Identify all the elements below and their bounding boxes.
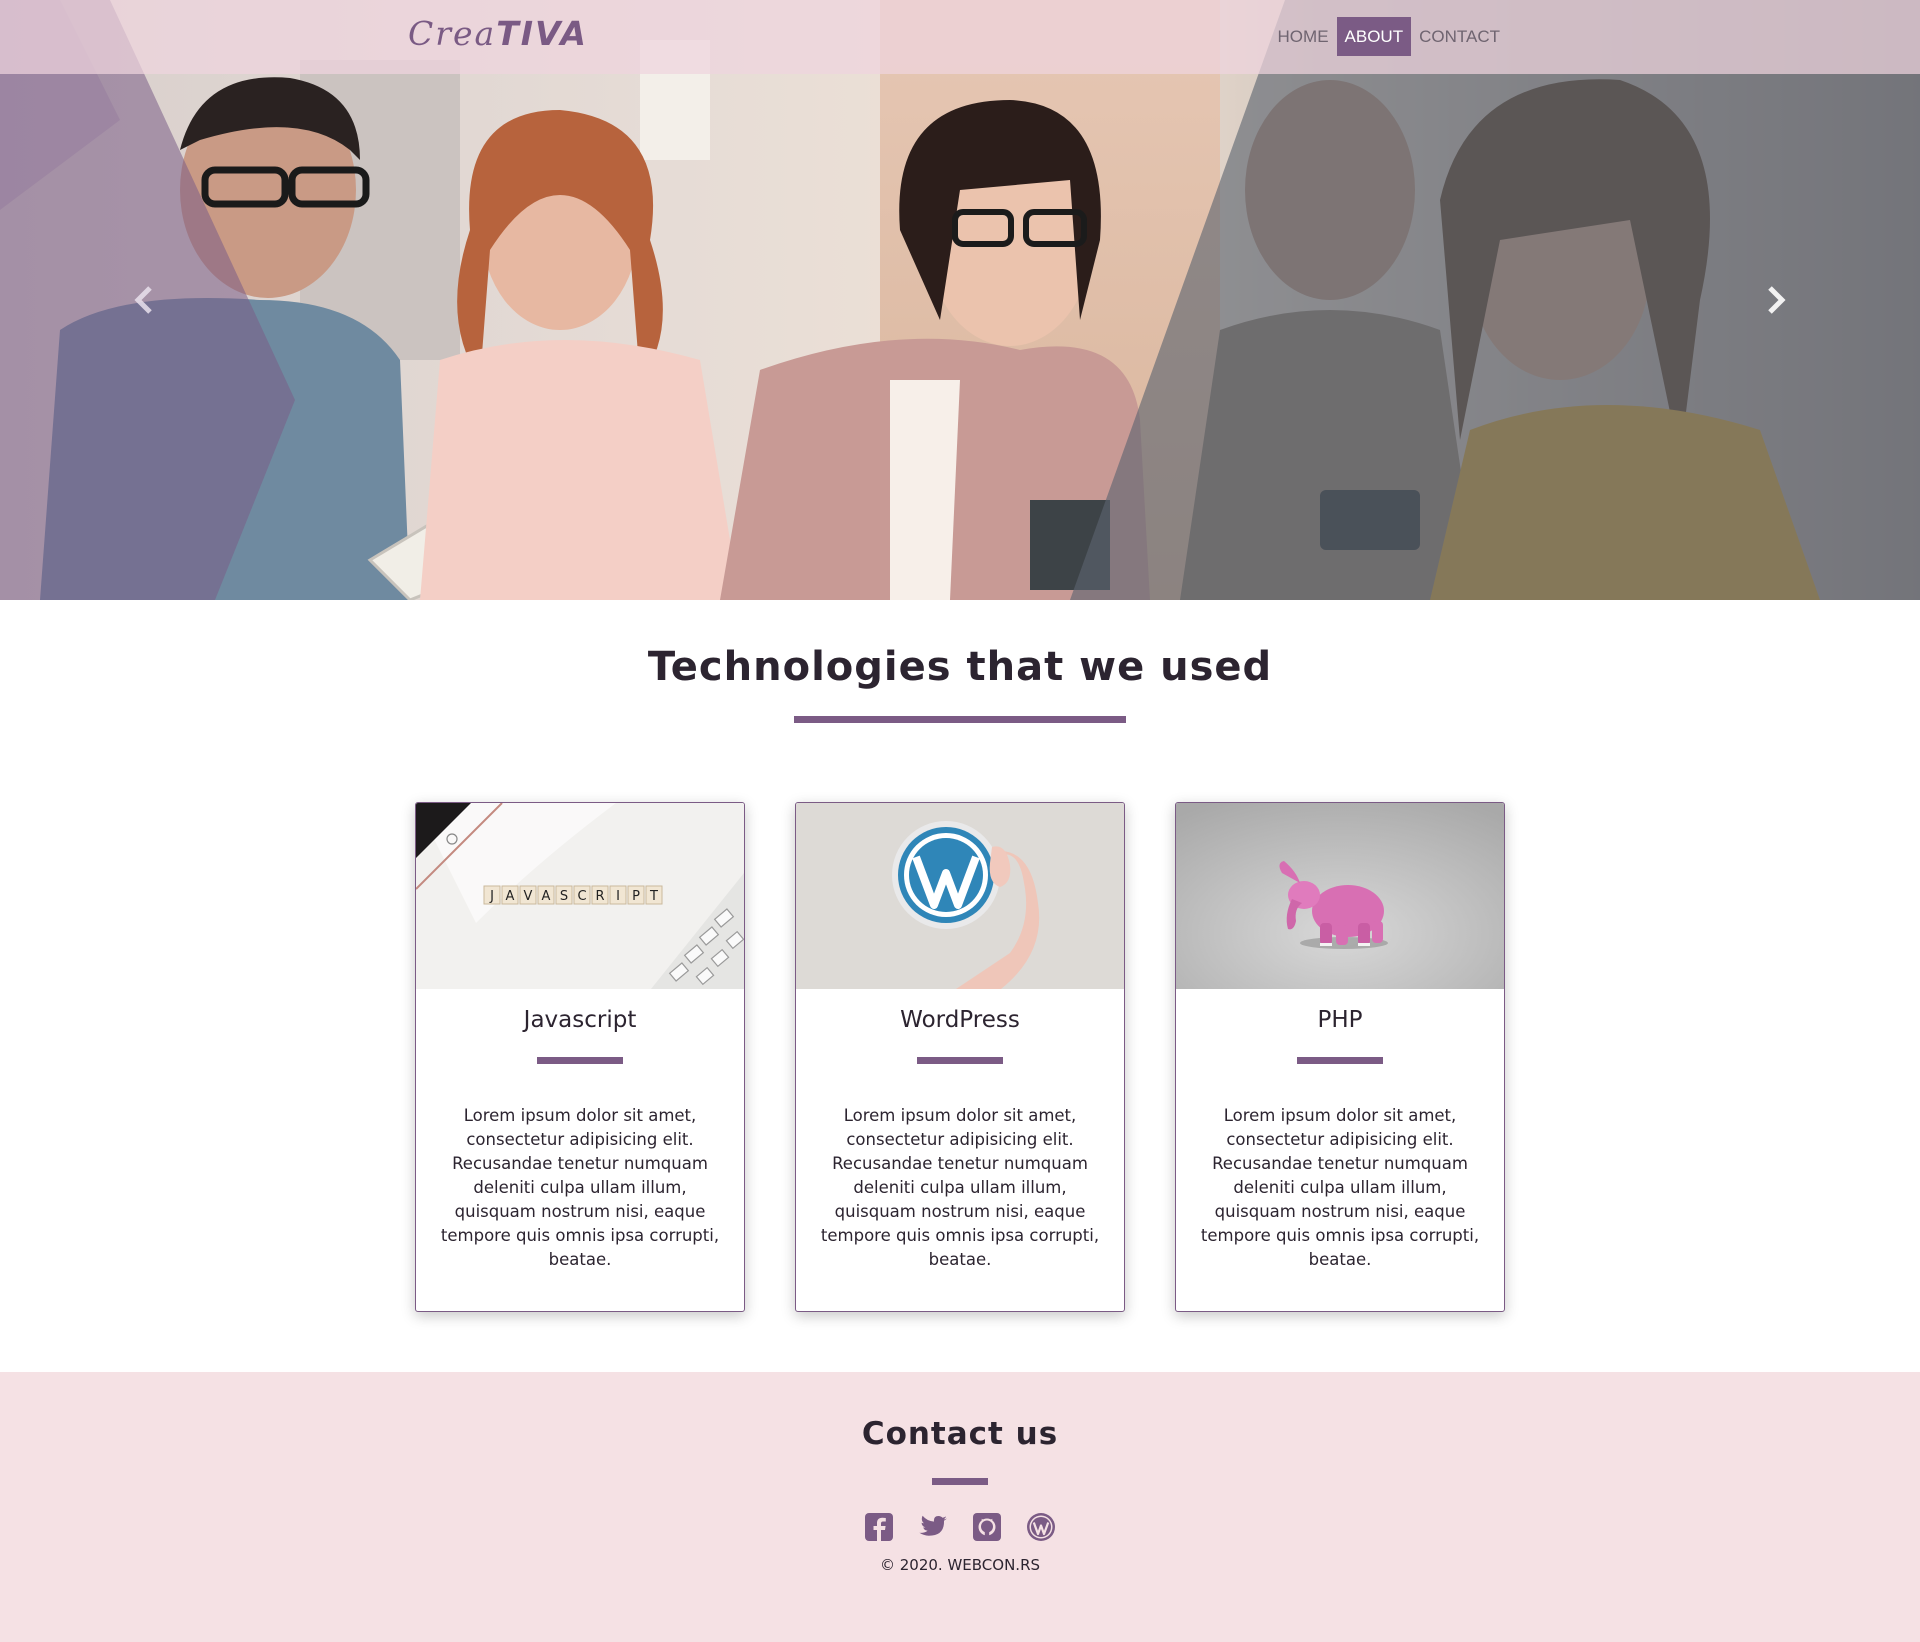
- facebook-icon[interactable]: [864, 1512, 894, 1542]
- twitter-icon[interactable]: [918, 1512, 948, 1542]
- svg-text:S: S: [560, 889, 568, 904]
- tech-card-wordpress: WordPress Lorem ipsum dolor sit amet, co…: [795, 802, 1125, 1312]
- main-nav: HOME ABOUT CONTACT: [1270, 17, 1508, 56]
- svg-text:A: A: [542, 889, 551, 904]
- contact-title: Contact us: [861, 1416, 1059, 1452]
- svg-text:I: I: [616, 889, 620, 904]
- card-title: WordPress: [900, 1007, 1020, 1033]
- hero-carousel: CreaTIVA HOME ABOUT CONTACT: [0, 0, 1920, 600]
- chevron-left-icon[interactable]: [132, 284, 156, 316]
- social-links: [0, 1512, 1920, 1542]
- tech-card-javascript: JAV ASC RIP T Javascript Lorem ipsum dol…: [415, 802, 745, 1312]
- card-title: PHP: [1317, 1007, 1363, 1033]
- svg-text:T: T: [649, 889, 658, 904]
- wordpress-image: [796, 803, 1124, 989]
- contact-underline: [932, 1478, 988, 1485]
- card-underline: [917, 1057, 1003, 1064]
- svg-text:A: A: [506, 889, 515, 904]
- card-title: Javascript: [523, 1007, 637, 1033]
- navbar: CreaTIVA HOME ABOUT CONTACT: [0, 0, 1920, 74]
- github-icon[interactable]: [972, 1512, 1002, 1542]
- php-elephant-image: [1176, 803, 1504, 989]
- svg-text:V: V: [524, 889, 533, 904]
- title-underline: [794, 716, 1126, 723]
- copyright-text: © 2020. WEBCON.RS: [879, 1556, 1041, 1574]
- nav-home[interactable]: HOME: [1270, 17, 1337, 56]
- section-title: Technologies that we used: [647, 644, 1273, 690]
- card-description: Lorem ipsum dolor sit amet, consectetur …: [1200, 1106, 1480, 1269]
- site-logo[interactable]: CreaTIVA: [408, 14, 588, 53]
- nav-contact[interactable]: CONTACT: [1411, 17, 1508, 56]
- svg-text:P: P: [632, 889, 640, 904]
- javascript-image: JAV ASC RIP T: [416, 803, 744, 989]
- card-underline: [1297, 1057, 1383, 1064]
- svg-text:R: R: [595, 889, 604, 904]
- card-description: Lorem ipsum dolor sit amet, consectetur …: [820, 1106, 1100, 1269]
- card-description: Lorem ipsum dolor sit amet, consectetur …: [440, 1106, 720, 1269]
- chevron-right-icon[interactable]: [1764, 284, 1788, 316]
- card-underline: [537, 1057, 623, 1064]
- wordpress-icon[interactable]: [1026, 1512, 1056, 1542]
- nav-about[interactable]: ABOUT: [1336, 17, 1412, 56]
- hero-image: [0, 0, 1920, 600]
- svg-text:J: J: [489, 889, 494, 904]
- footer: Contact us © 2020. WEBCON.RS: [0, 1372, 1920, 1642]
- svg-text:C: C: [577, 889, 586, 904]
- tech-card-php: PHP Lorem ipsum dolor sit amet, consecte…: [1175, 802, 1505, 1312]
